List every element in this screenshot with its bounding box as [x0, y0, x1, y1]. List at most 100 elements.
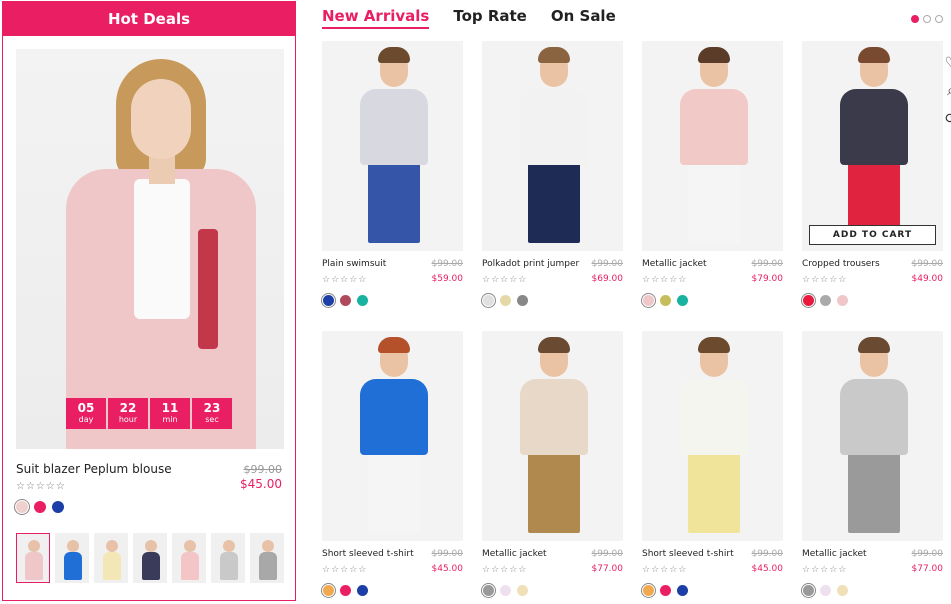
product-name[interactable]: Plain swimsuit	[322, 259, 386, 269]
thumbnail[interactable]	[16, 533, 50, 583]
product-rating-stars: ☆☆☆☆☆	[802, 275, 848, 285]
model-jacket-lining	[198, 229, 218, 349]
product-image[interactable]	[482, 331, 623, 541]
model-hair	[698, 47, 730, 63]
color-swatch[interactable]	[803, 295, 814, 306]
hot-deal-rating-stars: ☆☆☆☆☆	[16, 481, 66, 492]
color-swatch[interactable]	[357, 295, 368, 306]
product-old-price: $99.00	[751, 259, 784, 269]
model-hair	[378, 47, 410, 63]
carousel-dot[interactable]	[923, 15, 931, 23]
product-name[interactable]: Short sleeved t-shirt	[642, 549, 734, 559]
wishlist-heart-icon[interactable]: ♡	[943, 55, 951, 71]
product-name[interactable]: Short sleeved t-shirt	[322, 549, 414, 559]
color-swatch[interactable]	[340, 585, 351, 596]
quick-actions: ♡ ⌕ ⟳	[943, 55, 951, 127]
hot-deal-product-image[interactable]	[16, 49, 284, 449]
product-image[interactable]: ADD TO CART	[802, 41, 943, 251]
color-swatch[interactable]	[660, 585, 671, 596]
product-name[interactable]: Metallic jacket	[802, 549, 867, 559]
hot-deals-panel: Hot Deals 05 day 22 hour 11 min 23 sec S…	[2, 1, 296, 601]
color-swatch[interactable]	[803, 585, 814, 596]
model-top	[360, 379, 428, 455]
quick-view-search-icon[interactable]: ⌕	[943, 83, 951, 99]
product-card[interactable]: Plain swimsuit $99.00 ☆☆☆☆☆ $59.00	[322, 41, 463, 311]
product-card[interactable]: Short sleeved t-shirt $99.00 ☆☆☆☆☆ $45.00	[642, 331, 783, 601]
model-bottom	[528, 163, 580, 243]
thumbnail[interactable]	[250, 533, 284, 583]
model-top	[680, 379, 748, 455]
product-rating-stars: ☆☆☆☆☆	[642, 275, 688, 285]
thumbnail[interactable]	[94, 533, 128, 583]
hot-deal-product-name[interactable]: Suit blazer Peplum blouse	[16, 462, 172, 476]
product-image[interactable]	[482, 41, 623, 251]
product-card[interactable]: Short sleeved t-shirt $99.00 ☆☆☆☆☆ $45.00	[322, 331, 463, 601]
product-name[interactable]: Cropped trousers	[802, 259, 880, 269]
color-swatch[interactable]	[643, 585, 654, 596]
product-card[interactable]: Polkadot print jumper $99.00 ☆☆☆☆☆ $69.00	[482, 41, 623, 311]
color-swatch[interactable]	[357, 585, 368, 596]
tab-on-sale[interactable]: On Sale	[551, 7, 616, 29]
countdown-timer: 05 day 22 hour 11 min 23 sec	[66, 398, 232, 429]
model-top	[840, 89, 908, 165]
product-color-swatches	[483, 585, 528, 596]
product-card[interactable]: Metallic jacket $99.00 ☆☆☆☆☆ $77.00	[482, 331, 623, 601]
tab-top-rate[interactable]: Top Rate	[453, 7, 527, 29]
color-swatch[interactable]	[483, 585, 494, 596]
add-to-cart-button[interactable]: ADD TO CART	[809, 225, 936, 245]
color-swatch[interactable]	[820, 585, 831, 596]
carousel-dot[interactable]	[911, 15, 919, 23]
color-swatch[interactable]	[820, 295, 831, 306]
hot-deal-old-price: $99.00	[243, 463, 283, 476]
model-bottom	[688, 163, 740, 243]
product-image[interactable]	[322, 331, 463, 541]
color-swatch[interactable]	[340, 295, 351, 306]
color-swatch[interactable]	[323, 585, 334, 596]
color-swatch[interactable]	[837, 585, 848, 596]
product-image[interactable]	[642, 41, 783, 251]
product-old-price: $99.00	[591, 259, 624, 269]
color-swatch[interactable]	[52, 501, 64, 513]
thumbnail[interactable]	[133, 533, 167, 583]
product-image[interactable]	[642, 331, 783, 541]
product-card[interactable]: ADD TO CART ♡ ⌕ ⟳ Cropped trousers $99.00 ☆☆☆☆…	[802, 41, 951, 311]
product-price: $45.00	[431, 564, 464, 574]
tab-new-arrivals[interactable]: New Arrivals	[322, 7, 430, 29]
product-name[interactable]: Metallic jacket	[482, 549, 547, 559]
product-color-swatches	[643, 295, 688, 306]
product-price: $79.00	[751, 274, 784, 284]
color-swatch[interactable]	[677, 295, 688, 306]
color-swatch[interactable]	[517, 585, 528, 596]
color-swatch[interactable]	[34, 501, 46, 513]
product-image[interactable]	[322, 41, 463, 251]
product-old-price: $99.00	[751, 549, 784, 559]
color-swatch[interactable]	[323, 295, 334, 306]
product-name[interactable]: Polkadot print jumper	[482, 259, 579, 269]
model-hair	[538, 337, 570, 353]
product-old-price: $99.00	[431, 549, 464, 559]
product-name[interactable]: Metallic jacket	[642, 259, 707, 269]
product-image[interactable]	[802, 331, 943, 541]
product-card[interactable]: Metallic jacket $99.00 ☆☆☆☆☆ $79.00	[642, 41, 783, 311]
color-swatch[interactable]	[643, 295, 654, 306]
thumbnail[interactable]	[211, 533, 245, 583]
product-card[interactable]: Metallic jacket $99.00 ☆☆☆☆☆ $77.00	[802, 331, 943, 601]
product-price: $77.00	[591, 564, 624, 574]
color-swatch[interactable]	[483, 295, 494, 306]
thumbnail[interactable]	[172, 533, 206, 583]
countdown-minutes: 11 min	[150, 398, 190, 429]
color-swatch[interactable]	[500, 585, 511, 596]
carousel-dot[interactable]	[935, 15, 943, 23]
product-color-swatches	[323, 295, 368, 306]
compare-refresh-icon[interactable]: ⟳	[943, 111, 951, 127]
thumbnail[interactable]	[55, 533, 89, 583]
color-swatch[interactable]	[660, 295, 671, 306]
color-swatch[interactable]	[677, 585, 688, 596]
hot-deal-thumbnails	[16, 533, 284, 583]
model-bottom	[688, 453, 740, 533]
color-swatch[interactable]	[16, 501, 28, 513]
color-swatch[interactable]	[837, 295, 848, 306]
hot-deals-title: Hot Deals	[3, 2, 295, 36]
color-swatch[interactable]	[500, 295, 511, 306]
color-swatch[interactable]	[517, 295, 528, 306]
